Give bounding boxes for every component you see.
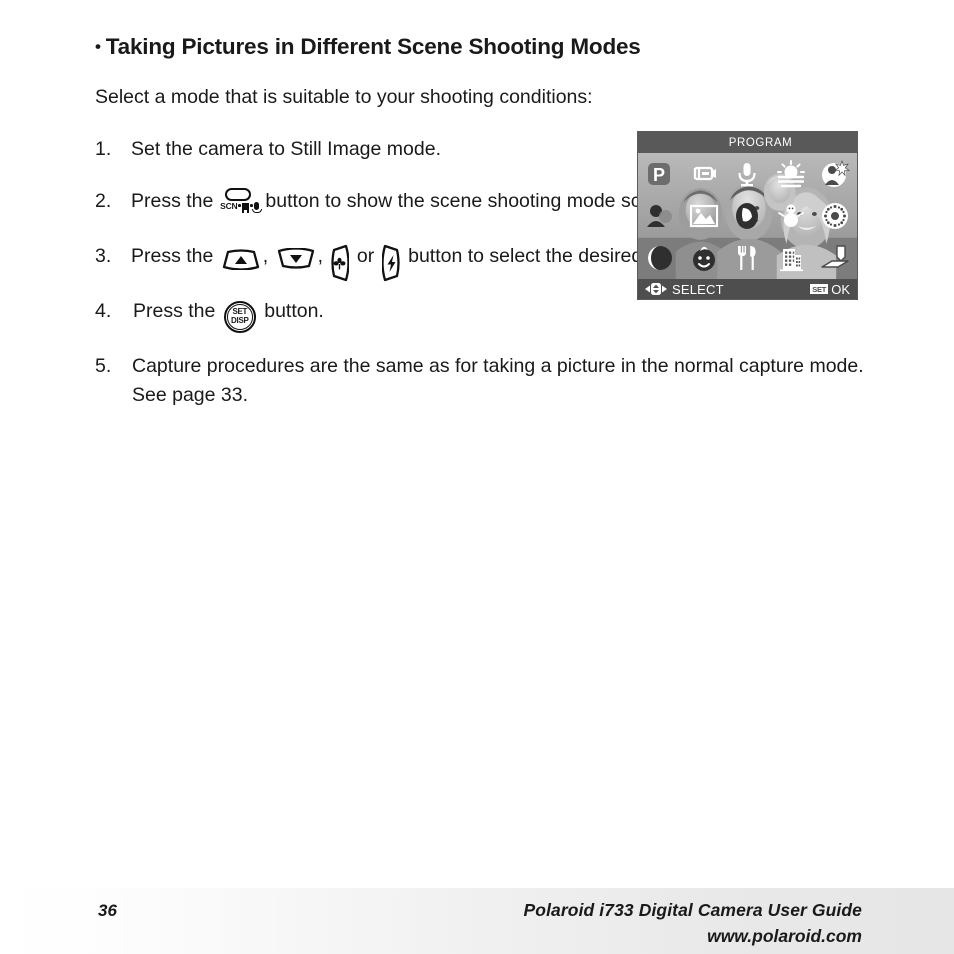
step-number: 3.	[95, 245, 112, 267]
page-title: • Taking Pictures in Different Scene Shoo…	[95, 34, 641, 60]
scn-button-label: SCN	[216, 200, 263, 213]
page-footer: 36 Polaroid i733 Digital Camera User Gui…	[0, 888, 954, 954]
set-disp-button-icon: SET DISP	[223, 300, 256, 333]
step-conjunction: or	[356, 245, 375, 267]
step-item: 5. Capture procedures are the same as fo…	[95, 352, 885, 410]
scn-dot-icon	[250, 204, 253, 207]
set-button-label: SET DISP	[224, 301, 256, 333]
camera-lcd-screenshot: PROGRAM P SELECT SET OK	[637, 131, 858, 300]
lcd-footer-bar: SELECT SET OK	[638, 279, 857, 299]
page-title-text: Taking Pictures in Different Scene Shoot…	[105, 34, 641, 59]
intro-paragraph: Select a mode that is suitable to your s…	[95, 86, 593, 108]
step-text: Press the SET DISP button.	[133, 297, 885, 333]
program-mode-icon[interactable]: P	[645, 159, 675, 189]
step-text-before: Press the	[133, 300, 216, 322]
step-number: 4.	[95, 300, 112, 322]
step-number: 5.	[95, 355, 112, 377]
svg-text:P: P	[653, 165, 665, 185]
movie-mode-icon[interactable]	[689, 159, 719, 189]
portrait-mode-icon[interactable]	[645, 201, 675, 231]
sunset-mode-icon[interactable]	[776, 159, 806, 189]
set-label-line2: DISP	[231, 315, 249, 325]
scene-mode-icon-grid: P	[638, 153, 857, 279]
fireworks-mode-icon[interactable]	[820, 201, 850, 231]
right-flash-button-icon	[381, 243, 401, 283]
down-button-icon	[276, 247, 316, 270]
step-separator: ,	[317, 245, 324, 267]
lcd-select-label: SELECT	[672, 281, 724, 297]
night-portrait-mode-icon[interactable]	[820, 159, 851, 189]
scn-button-cap	[225, 187, 252, 201]
step-number: 1.	[95, 138, 112, 160]
four-way-arrows-icon	[645, 283, 667, 295]
scn-text: SCN	[220, 200, 238, 211]
step-text: Capture procedures are the same as for t…	[132, 355, 864, 406]
movie-clip-icon	[242, 202, 250, 213]
up-button-icon	[221, 248, 261, 270]
step-text-before: Press the	[131, 245, 214, 267]
scn-mode-button-icon: SCN	[216, 187, 263, 218]
lcd-set-badge: SET	[810, 284, 829, 294]
step-item: 4. Press the SET DISP button.	[95, 297, 885, 333]
step-text-before: Press the	[131, 190, 214, 212]
scn-dot-icon	[238, 204, 242, 207]
website-url: www.polaroid.com	[707, 926, 862, 946]
step-text-after: button to show the scene shooting mode s…	[265, 190, 685, 212]
step-text-after: button.	[264, 300, 324, 322]
lcd-header-bar: PROGRAM	[638, 132, 857, 153]
backlight-mode-icon[interactable]	[732, 201, 762, 231]
left-macro-button-icon	[330, 243, 350, 283]
lcd-header-title: PROGRAM	[728, 136, 793, 149]
voice-recorder-mode-icon[interactable]	[732, 159, 762, 189]
guide-title: Polaroid i733 Digital Camera User Guide	[523, 900, 862, 920]
building-mode-icon[interactable]	[776, 243, 806, 273]
step-number: 2.	[95, 190, 112, 212]
snow-mode-icon[interactable]	[776, 201, 806, 231]
text-mode-icon[interactable]	[820, 243, 850, 273]
lcd-ok-label: OK	[831, 281, 850, 297]
heading-bullet-icon: •	[95, 37, 101, 56]
step-separator: ,	[262, 245, 269, 267]
food-mode-icon[interactable]	[732, 243, 762, 273]
microphone-icon	[252, 201, 263, 213]
landscape-mode-icon[interactable]	[689, 201, 719, 231]
night-scene-mode-icon[interactable]	[645, 243, 675, 273]
children-mode-icon[interactable]	[689, 243, 719, 273]
